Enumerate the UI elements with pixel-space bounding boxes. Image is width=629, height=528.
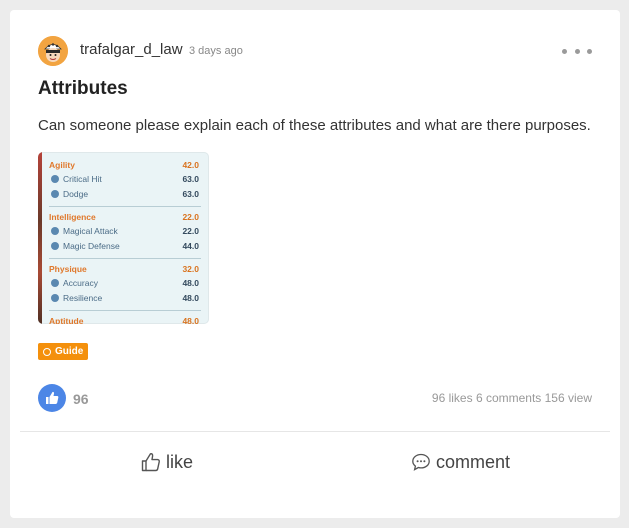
comment-button-label: comment [436,451,511,472]
divider [20,431,610,432]
attribute-row: Magic Defense 44.0 [49,239,199,253]
thumbs-up-icon [141,453,160,472]
attribute-group-heading: Intelligence 22.0 [49,212,199,222]
like-button[interactable]: like [140,450,193,474]
magic-defense-icon [51,242,59,250]
magical-attack-icon [51,227,59,235]
tag-badge[interactable]: Guide [38,343,89,360]
like-button-label: like [166,451,194,472]
attribute-row: Dodge 63.0 [49,187,199,201]
attribute-group-heading: Aptitude 48.0 [49,316,199,324]
like-badge-icon[interactable] [38,384,66,412]
divider [49,310,201,311]
divider [49,258,201,259]
dodge-icon [51,190,59,198]
critical-hit-icon [51,175,59,183]
accuracy-icon [51,279,59,287]
more-options-icon[interactable] [562,46,592,56]
post-card: trafalgar_d_law 3 days ago Attributes Ca… [10,10,620,518]
attribute-group-heading: Physique 32.0 [49,264,199,274]
post-body: Can someone please explain each of these… [38,117,591,134]
divider [49,206,201,207]
post-timestamp: 3 days ago [189,45,243,57]
image-edge-decoration [38,152,42,324]
resilience-icon [51,294,59,302]
attribute-row: Resilience 48.0 [49,291,199,305]
comment-button[interactable]: comment [410,450,510,474]
attribute-group-heading: Agility 42.0 [49,160,199,170]
like-count: 96 [73,391,89,407]
attribute-row: Accuracy 48.0 [49,276,199,290]
comment-bubble-icon [412,453,430,471]
attribute-row: Magical Attack 22.0 [49,224,199,238]
user-avatar[interactable] [38,36,68,66]
post-title: Attributes [38,78,128,99]
attribute-row: Critical Hit 63.0 [49,172,199,186]
engagement-stats: 96 likes 6 comments 156 view [431,391,592,405]
post-image[interactable]: Agility 42.0 Critical Hit 63.0 Dodge 63.0… [38,152,209,324]
tag-label: Guide [55,346,84,357]
post-username[interactable]: trafalgar_d_law [80,41,183,58]
tag-circle-icon [43,347,51,356]
